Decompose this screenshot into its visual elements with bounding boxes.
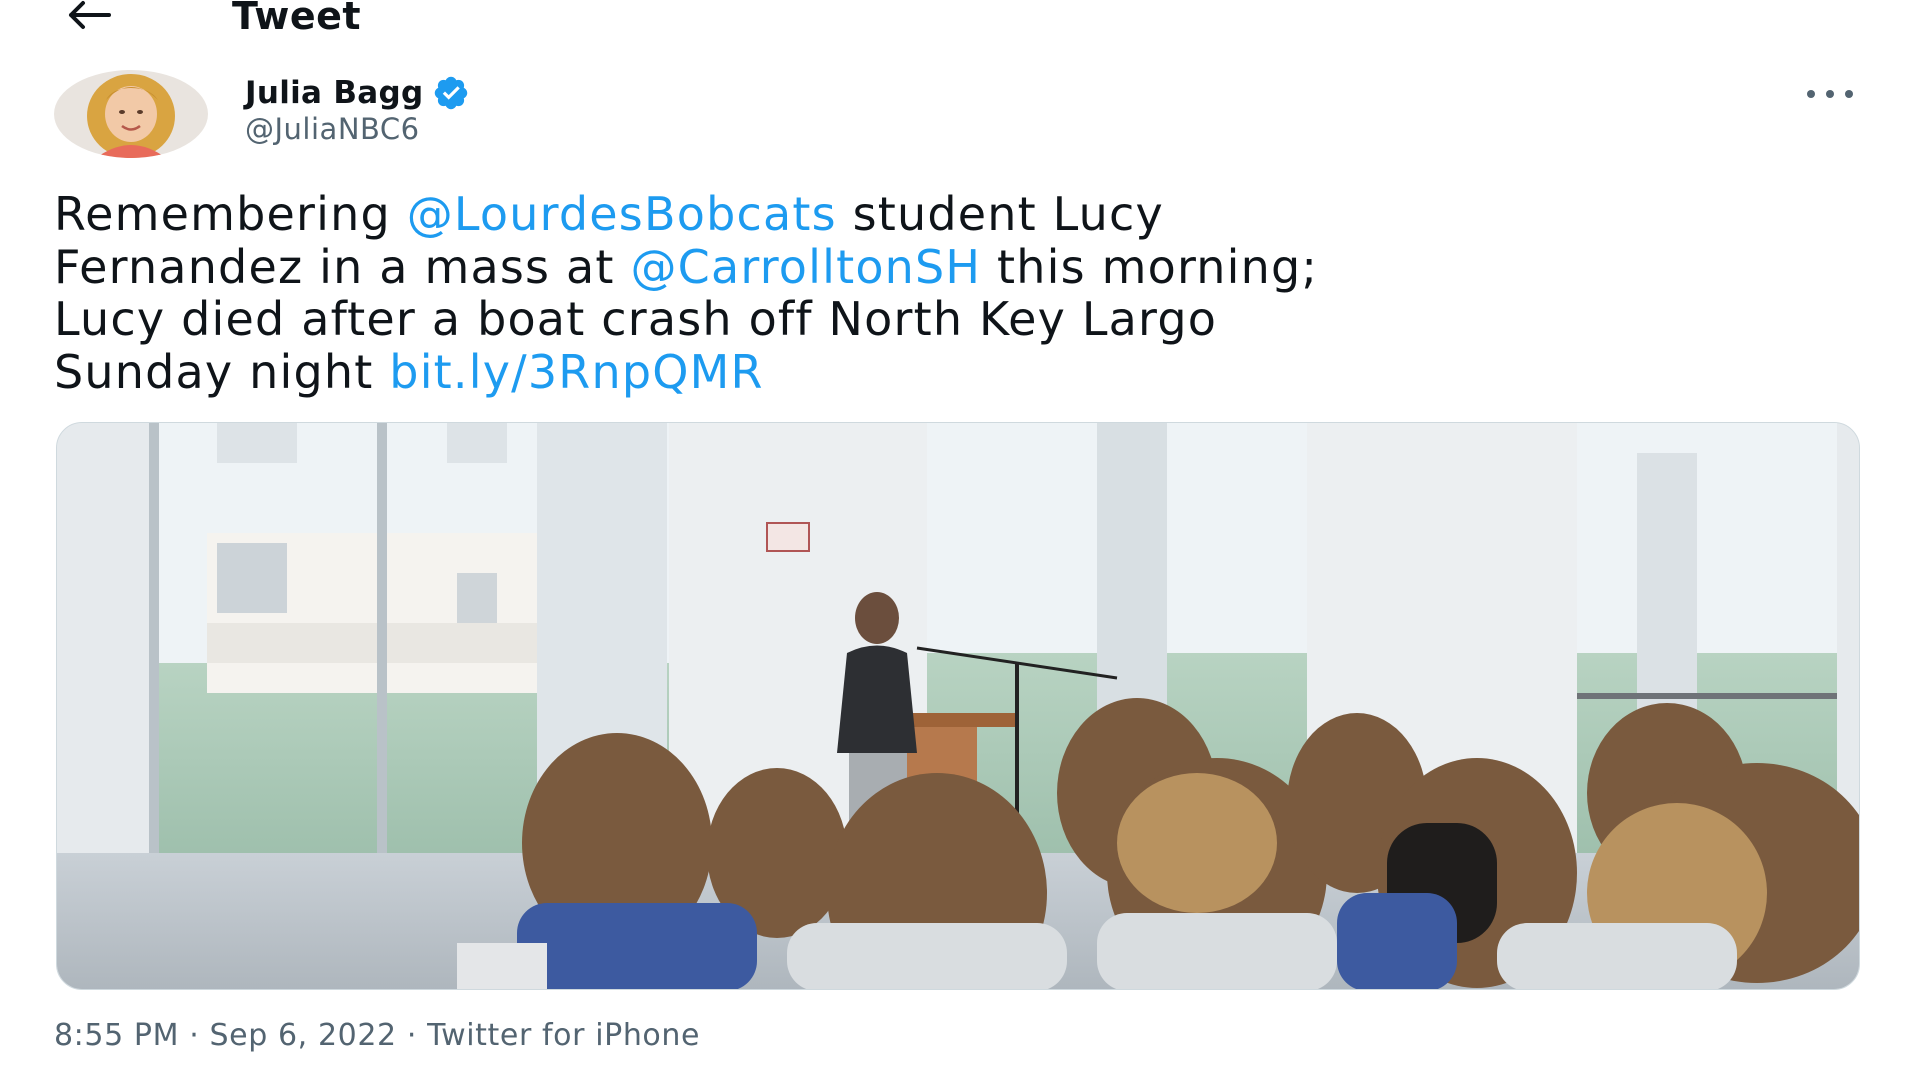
tweet-source[interactable]: Twitter for iPhone <box>427 1018 700 1053</box>
tweet-date[interactable]: Sep 6, 2022 <box>210 1018 397 1053</box>
tweet-text-segment: Lucy died after a boat crash off North K… <box>54 292 1218 346</box>
author-handle[interactable]: @JuliaNBC6 <box>245 112 420 146</box>
tweet-text-segment: student Lucy <box>836 187 1164 241</box>
tweet-text-segment: Remembering <box>54 187 407 241</box>
avatar[interactable] <box>54 70 208 158</box>
tweet-time[interactable]: 8:55 PM <box>54 1018 179 1053</box>
tweet-text-line: Fernandez in a mass at @CarrolltonSH thi… <box>54 239 1854 294</box>
verified-badge-icon <box>434 76 467 110</box>
meta-separator: · <box>189 1018 200 1053</box>
mention-link[interactable]: @CarrolltonSH <box>630 240 981 294</box>
author-name-row: Julia Bagg <box>245 72 470 114</box>
mention-link[interactable]: @LourdesBobcats <box>407 187 837 241</box>
more-options-button[interactable] <box>1800 76 1860 112</box>
avatar-image <box>54 70 208 158</box>
page-title: Tweet <box>232 0 362 38</box>
tweet-text-line: Sunday night bit.ly/3RnpQMR <box>54 344 1854 399</box>
more-horizontal-icon <box>1807 90 1853 98</box>
back-button[interactable] <box>60 0 116 38</box>
tweet-header: Tweet <box>0 0 1920 40</box>
arrow-left-icon <box>69 1 111 29</box>
tweet-media[interactable] <box>56 422 1860 990</box>
author-name[interactable]: Julia Bagg <box>245 75 424 111</box>
tweet-text-line: Lucy died after a boat crash off North K… <box>54 293 1854 346</box>
meta-separator: · <box>406 1018 417 1053</box>
tweet-text-segment: Sunday night <box>54 344 390 399</box>
tweet-meta: 8:55 PM · Sep 6, 2022 · Twitter for iPho… <box>54 1018 700 1053</box>
tweet-text: Remembering @LourdesBobcats student Lucy… <box>54 188 1854 398</box>
url-link[interactable]: bit.ly/3RnpQMR <box>389 345 763 399</box>
tweet-photo <box>57 423 1859 989</box>
tweet-text-segment: Fernandez in a mass at <box>54 239 631 294</box>
tweet-text-segment: this morning; <box>981 239 1319 294</box>
tweet-text-line: Remembering @LourdesBobcats student Lucy <box>54 188 1854 241</box>
